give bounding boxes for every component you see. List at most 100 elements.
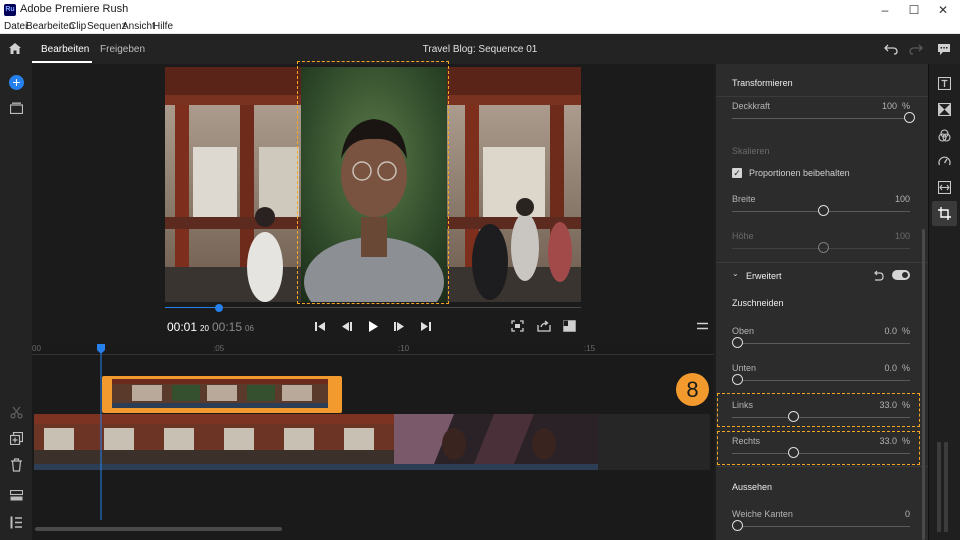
opacity-slider-handle[interactable]	[904, 112, 915, 123]
section-divider	[716, 466, 928, 467]
step-callout-badge: 8	[676, 373, 709, 406]
aspect-ratio-icon[interactable]	[563, 320, 576, 332]
crop-right-highlight	[717, 431, 920, 465]
transform-tool-active[interactable]	[932, 201, 957, 226]
ruler-divider	[32, 354, 714, 355]
ruler-label: :15	[584, 344, 596, 353]
color-icon[interactable]	[938, 129, 951, 142]
overlay-thumbnail-strip	[112, 379, 328, 408]
crop-highlight-frame	[297, 61, 449, 304]
keep-proportions-label: Proportionen beibehalten	[749, 168, 850, 178]
timeline-scrollbar[interactable]	[35, 527, 282, 531]
scrub-bar[interactable]	[165, 307, 581, 308]
play-icon[interactable]	[367, 320, 379, 333]
crop-bottom-slider-handle[interactable]	[732, 374, 743, 385]
soft-edges-value[interactable]: 0	[866, 509, 910, 519]
main-clip-temple[interactable]	[34, 414, 394, 470]
night-clip-thumbnails	[394, 414, 598, 470]
speed-icon[interactable]	[938, 155, 951, 168]
redo-icon[interactable]	[909, 43, 923, 55]
crop-bottom-label: Unten	[732, 363, 757, 373]
crop-section-title: Zuschneiden	[732, 298, 784, 308]
scrub-progress	[165, 307, 220, 308]
crop-top-slider-track[interactable]	[732, 343, 910, 344]
ruler-label: 00	[32, 344, 41, 353]
scale-section-title: Skalieren	[732, 146, 770, 156]
audio-meter-left	[937, 442, 941, 532]
menu-bar: Datei Bearbeiten Clip Sequenz Ansicht Hi…	[0, 20, 960, 34]
menu-datei[interactable]: Datei	[4, 20, 27, 33]
appearance-section-title: Aussehen	[732, 482, 773, 492]
audio-icon[interactable]	[938, 181, 951, 194]
crop-bottom-slider-track[interactable]	[732, 380, 910, 381]
overlay-clip-selected[interactable]	[102, 376, 342, 413]
menu-sequenz[interactable]: Sequenz	[87, 20, 126, 33]
undo-icon[interactable]	[884, 43, 898, 55]
transform-section-title: Transformieren	[732, 78, 793, 88]
reset-icon[interactable]	[872, 270, 884, 281]
crop-top-slider-handle[interactable]	[732, 337, 743, 348]
width-slider-handle[interactable]	[818, 205, 829, 216]
width-value[interactable]: 100	[866, 194, 910, 204]
tool-strip	[928, 64, 960, 540]
fit-frame-icon[interactable]	[511, 320, 524, 332]
ruler-label: :05	[213, 344, 225, 353]
keep-proportions-checkbox[interactable]: ✓	[732, 168, 742, 178]
collapse-chevron-icon[interactable]: ⌄	[732, 269, 739, 278]
timeline-panel: 00 :05 :10 :15	[32, 344, 714, 540]
crop-bottom-value[interactable]: 0.0 %	[856, 363, 910, 373]
advanced-toggle[interactable]	[892, 270, 910, 280]
crop-top-label: Oben	[732, 326, 755, 336]
close-icon[interactable]: ✕	[926, 0, 960, 20]
opacity-slider-track[interactable]	[732, 118, 910, 119]
transitions-icon[interactable]	[938, 103, 951, 116]
menu-bearbeiten[interactable]: Bearbeiten	[26, 20, 74, 33]
main-clip-thumbnails	[34, 414, 394, 470]
main-clip-night[interactable]	[394, 414, 598, 470]
home-icon[interactable]	[8, 42, 22, 55]
tab-freigeben[interactable]: Freigeben	[100, 44, 145, 55]
share-frame-icon[interactable]	[537, 320, 551, 332]
step-back-icon[interactable]	[341, 321, 353, 332]
time-ruler[interactable]	[32, 344, 714, 354]
soft-edges-slider-handle[interactable]	[732, 520, 743, 531]
current-timecode: 00:01 20	[167, 320, 209, 334]
go-to-start-icon[interactable]	[314, 321, 326, 332]
opacity-label: Deckkraft	[732, 101, 771, 111]
media-library-icon[interactable]	[10, 102, 23, 114]
add-media-button[interactable]: +	[9, 75, 24, 90]
left-toolbar: +	[0, 64, 32, 540]
audio-meter-right	[944, 442, 948, 532]
height-value: 100	[894, 231, 910, 241]
delete-icon[interactable]	[10, 458, 23, 472]
feedback-icon[interactable]	[937, 43, 951, 56]
section-divider	[716, 262, 928, 263]
track-controls-icon[interactable]	[10, 490, 23, 501]
active-tab-indicator	[32, 61, 92, 63]
height-slider-handle	[818, 242, 829, 253]
section-divider	[716, 96, 928, 97]
opacity-value[interactable]: 100 %	[856, 101, 910, 111]
premiere-rush-logo: Ru	[4, 4, 16, 16]
split-clip-icon[interactable]	[10, 406, 23, 419]
menu-hilfe[interactable]: Hilfe	[153, 20, 173, 33]
advanced-section-title: Erweitert	[746, 271, 782, 281]
window-titlebar: Ru Adobe Premiere Rush – ☐ ✕	[0, 0, 960, 20]
go-to-end-icon[interactable]	[420, 321, 432, 332]
duplicate-clip-icon[interactable]	[10, 432, 23, 445]
properties-panel: Transformieren Deckkraft 100 % Skalieren…	[716, 64, 928, 540]
crop-top-value[interactable]: 0.0 %	[856, 326, 910, 336]
app-header: Bearbeiten Freigeben Travel Blog: Sequen…	[0, 34, 960, 64]
titles-icon[interactable]	[938, 77, 951, 90]
preview-menu-icon[interactable]	[697, 322, 708, 330]
menu-clip[interactable]: Clip	[69, 20, 86, 33]
tab-bearbeiten[interactable]: Bearbeiten	[41, 44, 89, 55]
toggle-thumb	[902, 272, 908, 278]
soft-edges-slider-track[interactable]	[732, 526, 910, 527]
playhead[interactable]	[96, 344, 106, 520]
step-forward-icon[interactable]	[393, 321, 405, 332]
track-list-icon[interactable]	[10, 516, 23, 529]
menu-ansicht[interactable]: Ansicht	[122, 20, 155, 33]
empty-track-area[interactable]	[598, 414, 710, 470]
panel-scrollbar[interactable]	[922, 229, 925, 540]
